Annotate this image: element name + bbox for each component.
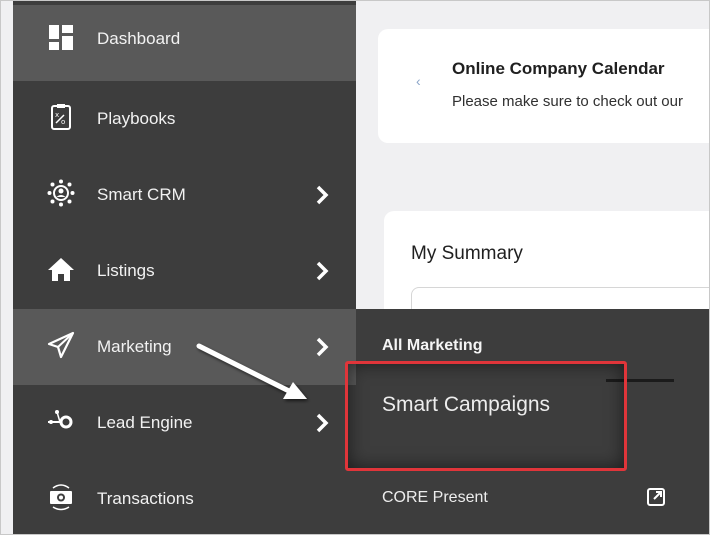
sidebar-item-label: Listings [97, 261, 155, 280]
sidebar-item-playbooks[interactable]: x o Playbooks [13, 81, 356, 157]
calendar-title: Online Company Calendar [452, 59, 665, 78]
svg-text:o: o [61, 118, 65, 126]
money-icon [50, 484, 72, 511]
sidebar-item-label: Dashboard [97, 29, 181, 48]
chevron-left-icon[interactable]: ‹ [416, 73, 421, 89]
paper-plane-icon [47, 331, 75, 359]
sidebar: Dashboard x o Playbooks Smart CRM Listin… [13, 1, 356, 534]
svg-text:x: x [55, 111, 59, 119]
external-link-icon[interactable] [646, 487, 666, 507]
chevron-right-icon [316, 413, 329, 433]
calendar-card [378, 29, 709, 143]
sidebar-item-label: Transactions [97, 489, 194, 508]
crm-network-icon [47, 179, 75, 207]
dashboard-icon [49, 25, 73, 50]
sidebar-item-marketing[interactable]: Marketing [13, 309, 356, 385]
home-icon [48, 258, 74, 281]
playbook-icon: x o [51, 104, 71, 130]
submenu-all-marketing[interactable]: All Marketing [382, 337, 482, 355]
sidebar-item-lead-engine[interactable]: Lead Engine [13, 385, 356, 461]
sidebar-item-listings[interactable]: Listings [13, 233, 356, 309]
chevron-right-icon [316, 337, 329, 357]
sidebar-item-label: Marketing [97, 337, 172, 356]
chevron-right-icon [316, 261, 329, 281]
sidebar-item-dashboard[interactable]: Dashboard [13, 5, 356, 81]
lead-engine-icon [48, 410, 73, 429]
highlight-box [345, 361, 627, 471]
sidebar-item-smart-crm[interactable]: Smart CRM [13, 157, 356, 233]
sidebar-item-label: Playbooks [97, 109, 176, 128]
summary-title: My Summary [411, 243, 523, 264]
chevron-right-icon [316, 185, 329, 205]
sidebar-item-label: Lead Engine [97, 413, 193, 432]
calendar-subtitle: Please make sure to check out our [452, 93, 683, 110]
sidebar-item-transactions[interactable]: Transactions [13, 461, 356, 534]
sidebar-item-label: Smart CRM [97, 185, 186, 204]
app-window: ‹ Online Company Calendar Please make su… [0, 0, 710, 535]
submenu-item-core-present[interactable]: CORE Present [382, 489, 488, 507]
